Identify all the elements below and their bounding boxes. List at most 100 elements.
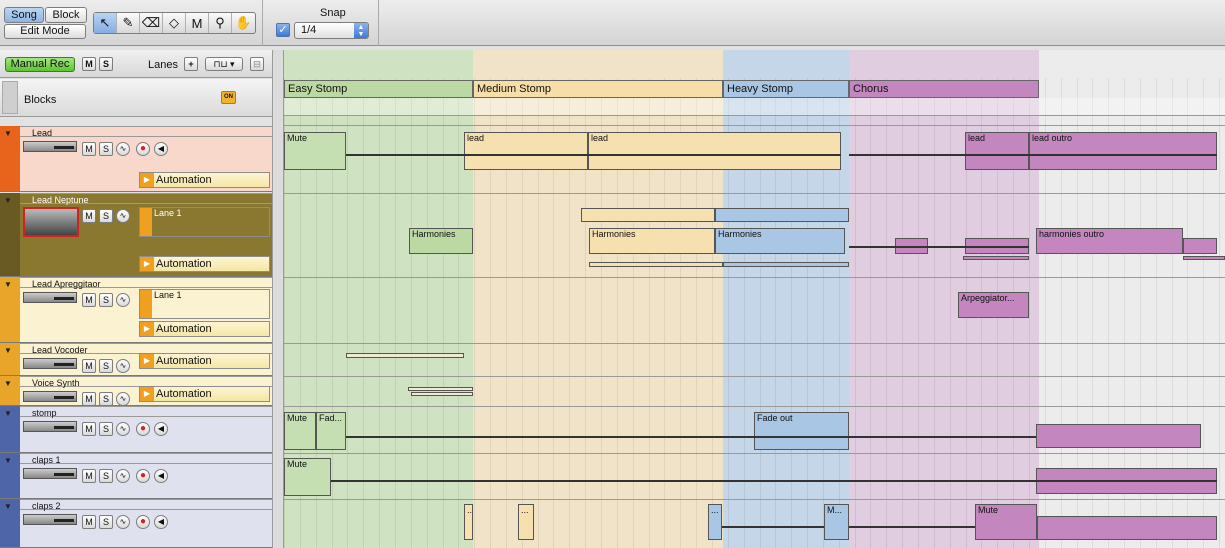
track-header-lead-neptune[interactable]: ▼ Lead Neptune M S ∿ Lane 1 ▶ Automation [0,193,272,277]
lead-clip[interactable]: lead [588,132,841,170]
lane-box[interactable]: Lane 1 [139,289,270,319]
claps2-chorus-clip[interactable] [1037,516,1217,540]
automation-row[interactable]: ▶ Automation [139,353,270,369]
automation-lane-clip[interactable] [963,256,1029,260]
song-mode-tab[interactable]: Song [4,7,44,23]
disclosure-triangle-icon[interactable]: ▼ [4,409,12,418]
claps2-mute-clip[interactable]: Mute [975,504,1037,540]
monitor-icon[interactable]: ∿ [116,142,130,156]
track-header-lead[interactable]: ▼ Lead M S ∿ ● ◀ ▶ Automation [0,126,272,192]
disclosure-triangle-icon[interactable]: ▼ [4,502,12,511]
blocks-on-toggle[interactable]: ON [221,91,236,104]
stomp-fade-out-clip[interactable]: Fade out [754,412,849,450]
mute-button[interactable]: M [82,142,96,156]
mute-button[interactable]: M [82,392,96,406]
mute-icon[interactable]: M [186,13,209,33]
automation-lane-clip[interactable] [723,262,849,267]
track-header-lead-apreggitaor[interactable]: ▼ Lead Apreggitaor M S ∿ Lane 1 ▶ Automation [0,277,272,343]
claps2-clip[interactable]: M... [824,504,849,540]
record-arm-icon[interactable]: ● [136,469,150,483]
track-header-claps-2[interactable]: ▼ claps 2 M S ∿ ● ◀ [0,499,272,548]
lane-box[interactable]: Lane 1 [139,207,270,237]
arrow-icon[interactable]: ↖ [94,13,117,33]
speaker-icon[interactable]: ◀ [154,142,168,156]
mute-button[interactable]: M [82,469,96,483]
lead-mute-clip[interactable]: Mute [284,132,346,170]
record-arm-icon[interactable]: ● [136,515,150,529]
edit-mode-button[interactable]: Edit Mode [4,24,86,39]
eraser-icon[interactable]: ⌫ [140,13,163,33]
automation-row[interactable]: ▶ Automation [139,321,270,337]
automation-lane-clip[interactable] [589,262,723,267]
speaker-icon[interactable]: ◀ [154,469,168,483]
solo-button[interactable]: S [99,422,113,436]
lead-clip[interactable]: lead [464,132,588,170]
stomp-mute-clip[interactable]: Mute [284,412,316,450]
mute-button[interactable]: M [82,209,96,223]
mute-button[interactable]: M [82,293,96,307]
stomp-fade-clip[interactable]: Fad... [316,412,346,450]
automation-row[interactable]: ▶ Automation [139,386,270,402]
mute-button[interactable]: M [82,515,96,529]
voice-synth-automation[interactable] [408,387,473,391]
lead-clip[interactable]: lead [965,132,1029,170]
claps2-clip[interactable]: ... [708,504,722,540]
track-header-claps-1[interactable]: ▼ claps 1 M S ∿ ● ◀ [0,453,272,499]
lead-outro-clip[interactable]: lead outro [1029,132,1217,170]
add-lane-button[interactable]: + [184,57,198,71]
mute-button[interactable]: M [82,422,96,436]
solo-button[interactable]: S [99,293,113,307]
block-header-0[interactable]: Easy Stomp [284,80,473,98]
snap-checkbox[interactable]: ✓ [276,23,290,37]
disclosure-triangle-icon[interactable]: ▼ [4,346,12,355]
global-solo-button[interactable]: S [99,57,113,71]
lanes-view-select[interactable]: ⊓⊔ ▾ [205,57,243,71]
hand-icon[interactable]: ✋ [232,13,255,33]
claps2-clip[interactable]: ... [464,504,473,540]
manual-rec-button[interactable]: Manual Rec [5,57,75,72]
monitor-icon[interactable]: ∿ [116,209,130,223]
stomp-chorus-clip[interactable] [1036,424,1201,448]
speaker-icon[interactable]: ◀ [154,422,168,436]
speaker-icon[interactable]: ◀ [154,515,168,529]
monitor-icon[interactable]: ∿ [116,469,130,483]
disclosure-triangle-icon[interactable]: ▼ [4,456,12,465]
harmonies-outro-clip[interactable]: harmonies outro [1036,228,1183,254]
monitor-icon[interactable]: ∿ [116,515,130,529]
automation-row[interactable]: ▶ Automation [139,256,270,272]
block-header-1[interactable]: Medium Stomp [473,80,723,98]
pencil-icon[interactable]: ✎ [117,13,140,33]
solo-button[interactable]: S [99,359,113,373]
neptune-upper-clip[interactable] [581,208,715,222]
track-header-lead-vocoder[interactable]: ▼ Lead Vocoder M S ∿ ▶ Automation [0,343,272,376]
snap-value-select[interactable]: 1/4 ▲ ▼ [294,22,369,39]
track-header-voice-synth[interactable]: ▼ Voice Synth M S ∿ ▶ Automation [0,376,272,406]
solo-button[interactable]: S [99,142,113,156]
harmonies-clip[interactable]: Harmonies [409,228,473,254]
claps1-mute-clip[interactable]: Mute [284,458,331,496]
record-arm-icon[interactable]: ● [136,422,150,436]
track-header-stomp[interactable]: ▼ stomp M S ∿ ● ◀ [0,406,272,453]
harmonies-clip[interactable]: Harmonies [589,228,715,254]
arrangement-area[interactable]: Easy Stomp Medium Stomp Heavy Stomp Chorus M… [284,50,1225,548]
monitor-icon[interactable]: ∿ [116,422,130,436]
panel-divider[interactable] [272,50,284,548]
block-mode-tab[interactable]: Block [45,7,87,23]
monitor-icon[interactable]: ∿ [116,392,130,406]
solo-button[interactable]: S [99,515,113,529]
monitor-icon[interactable]: ∿ [116,359,130,373]
block-header-3[interactable]: Chorus [849,80,1039,98]
record-arm-icon[interactable]: ● [136,142,150,156]
automation-row[interactable]: ▶ Automation [139,172,270,188]
razor-icon[interactable]: ◇ [163,13,186,33]
global-mute-button[interactable]: M [82,57,96,71]
solo-button[interactable]: S [99,209,113,223]
harmonies-clip[interactable]: Harmonies [715,228,845,254]
disclosure-triangle-icon[interactable]: ▼ [4,379,12,388]
arpeggiator-clip[interactable]: Arpeggiator... [958,292,1029,318]
disclosure-triangle-icon[interactable]: ▼ [4,129,12,138]
vocoder-automation[interactable] [346,353,464,358]
monitor-icon[interactable]: ∿ [116,293,130,307]
solo-button[interactable]: S [99,469,113,483]
claps2-clip[interactable]: ... [518,504,534,540]
